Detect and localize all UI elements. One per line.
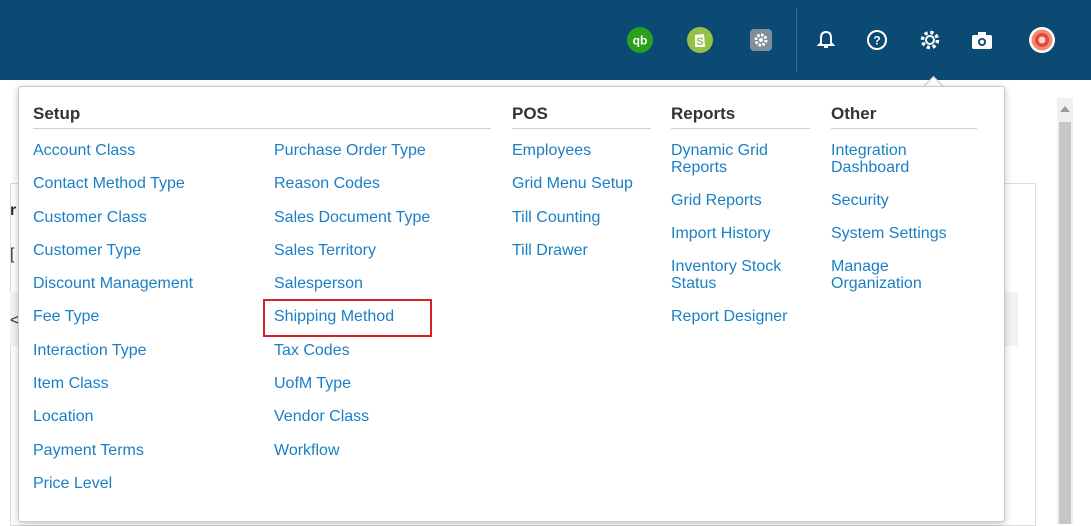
- background-text-fragment: r: [10, 202, 17, 219]
- menu-item-integration-dashboard[interactable]: Integration Dashboard: [831, 142, 931, 176]
- menu-item-discount-management[interactable]: Discount Management: [33, 275, 193, 308]
- menu-item-price-level[interactable]: Price Level: [33, 475, 193, 508]
- toolbar-divider: [796, 8, 797, 72]
- menu-item-vendor-class[interactable]: Vendor Class: [274, 408, 430, 441]
- menu-item-customer-type[interactable]: Customer Type: [33, 242, 193, 275]
- settings-gear-icon[interactable]: [915, 25, 945, 55]
- menu-item-import-history[interactable]: Import History: [671, 225, 816, 242]
- menu-item-purchase-order-type[interactable]: Purchase Order Type: [274, 142, 430, 175]
- svg-text:qb: qb: [633, 34, 648, 48]
- menu-item-employees[interactable]: Employees: [512, 142, 633, 175]
- bell-icon[interactable]: [811, 25, 841, 55]
- menu-item-reason-codes[interactable]: Reason Codes: [274, 175, 430, 208]
- menu-item-tax-codes[interactable]: Tax Codes: [274, 342, 430, 375]
- other-column: Integration Dashboard Security System Se…: [831, 142, 981, 308]
- menu-item-inventory-stock-status[interactable]: Inventory Stock Status: [671, 258, 806, 292]
- menu-item-interaction-type[interactable]: Interaction Type: [33, 342, 193, 375]
- reports-column: Dynamic Grid Reports Grid Reports Import…: [671, 142, 816, 341]
- menu-item-workflow[interactable]: Workflow: [274, 442, 430, 475]
- menu-item-contact-method-type[interactable]: Contact Method Type: [33, 175, 193, 208]
- setup-column-1: Account Class Contact Method Type Custom…: [33, 142, 193, 508]
- menu-item-system-settings[interactable]: System Settings: [831, 225, 981, 242]
- pos-header: POS: [512, 104, 651, 129]
- menu-item-location[interactable]: Location: [33, 408, 193, 441]
- menu-item-till-drawer[interactable]: Till Drawer: [512, 242, 633, 275]
- setup-header: Setup: [33, 104, 491, 129]
- scrollbar-thumb[interactable]: [1059, 122, 1071, 524]
- svg-text:?: ?: [873, 34, 880, 48]
- top-nav-bar: qb S ?: [0, 0, 1091, 80]
- menu-item-account-class[interactable]: Account Class: [33, 142, 193, 175]
- menu-item-dynamic-grid-reports[interactable]: Dynamic Grid Reports: [671, 142, 791, 176]
- menu-item-fee-type[interactable]: Fee Type: [33, 308, 193, 341]
- menu-item-uofm-type[interactable]: UofM Type: [274, 375, 430, 408]
- reports-header: Reports: [671, 104, 810, 129]
- menu-item-item-class[interactable]: Item Class: [33, 375, 193, 408]
- shipping-method-highlight: [263, 299, 432, 337]
- menu-item-security[interactable]: Security: [831, 192, 981, 209]
- pos-column: Employees Grid Menu Setup Till Counting …: [512, 142, 633, 275]
- menu-item-payment-terms[interactable]: Payment Terms: [33, 442, 193, 475]
- menu-item-grid-reports[interactable]: Grid Reports: [671, 192, 816, 209]
- menu-item-customer-class[interactable]: Customer Class: [33, 209, 193, 242]
- menu-item-grid-menu-setup[interactable]: Grid Menu Setup: [512, 175, 633, 208]
- background-text-fragment: [: [10, 246, 15, 263]
- camera-icon[interactable]: [967, 25, 997, 55]
- scroll-up-arrow-icon[interactable]: [1060, 106, 1070, 112]
- user-avatar-icon[interactable]: [1027, 25, 1057, 55]
- svg-text:S: S: [696, 36, 703, 48]
- menu-item-till-counting[interactable]: Till Counting: [512, 209, 633, 242]
- help-icon[interactable]: ?: [862, 25, 892, 55]
- menu-item-report-designer[interactable]: Report Designer: [671, 308, 816, 325]
- menu-item-sales-document-type[interactable]: Sales Document Type: [274, 209, 430, 242]
- integration-gear-icon[interactable]: [746, 25, 776, 55]
- other-header: Other: [831, 104, 977, 129]
- menu-item-sales-territory[interactable]: Sales Territory: [274, 242, 430, 275]
- menu-item-manage-organization[interactable]: Manage Organization: [831, 258, 946, 292]
- quickbooks-icon[interactable]: qb: [625, 25, 655, 55]
- shopify-icon[interactable]: S: [685, 25, 715, 55]
